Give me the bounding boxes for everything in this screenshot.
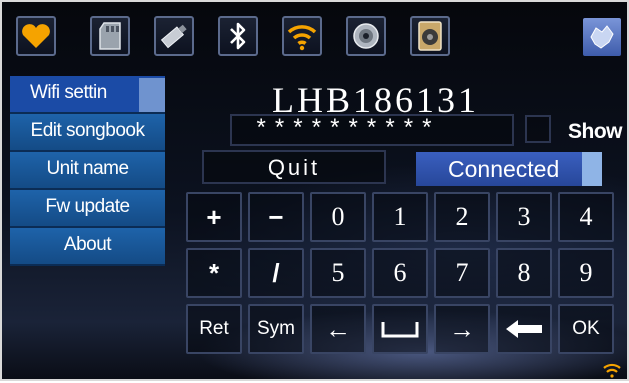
- show-password-checkbox[interactable]: [525, 115, 551, 143]
- menu-item-about[interactable]: About: [10, 228, 165, 266]
- password-field[interactable]: **********: [230, 114, 514, 146]
- quit-button[interactable]: Quit: [202, 150, 386, 184]
- logo-icon: [583, 18, 621, 56]
- key-right-arrow[interactable]: →: [434, 304, 490, 354]
- bluetooth-icon[interactable]: [218, 16, 258, 56]
- key-2[interactable]: 2: [434, 192, 490, 242]
- connect-button-label: Connected: [448, 156, 560, 182]
- heart-icon[interactable]: [16, 16, 56, 56]
- speaker-icon[interactable]: [410, 16, 450, 56]
- menu-item-label: About: [63, 234, 112, 255]
- sd-card-icon[interactable]: [90, 16, 130, 56]
- show-password-label: Show: [568, 120, 623, 143]
- space-key-icon: [381, 322, 419, 338]
- key-left-arrow[interactable]: ←: [310, 304, 366, 354]
- key-6[interactable]: 6: [372, 248, 428, 298]
- key-slash[interactable]: /: [248, 248, 304, 298]
- key-backspace[interactable]: [496, 304, 552, 354]
- usb-stick-icon[interactable]: [154, 16, 194, 56]
- key-4[interactable]: 4: [558, 192, 614, 242]
- status-wifi-icon: [602, 362, 622, 383]
- key-plus[interactable]: +: [186, 192, 242, 242]
- key-return[interactable]: Ret: [186, 304, 242, 354]
- selection-cursor: [582, 152, 602, 186]
- key-symbols[interactable]: Sym: [248, 304, 304, 354]
- cd-disc-icon[interactable]: [346, 16, 386, 56]
- key-0[interactable]: 0: [310, 192, 366, 242]
- key-minus[interactable]: −: [248, 192, 304, 242]
- key-8[interactable]: 8: [496, 248, 552, 298]
- menu-item-fw-update[interactable]: Fw update: [10, 190, 165, 228]
- menu-item-label: Wifi settin: [30, 82, 107, 103]
- key-7[interactable]: 7: [434, 248, 490, 298]
- menu-item-unit-name[interactable]: Unit name: [10, 152, 165, 190]
- key-3[interactable]: 3: [496, 192, 552, 242]
- key-1[interactable]: 1: [372, 192, 428, 242]
- key-asterisk[interactable]: *: [186, 248, 242, 298]
- key-space[interactable]: [372, 304, 428, 354]
- top-icon-bar: [10, 8, 628, 70]
- menu-item-label: Edit songbook: [30, 120, 145, 141]
- backspace-key-icon: [506, 320, 542, 338]
- wifi-icon[interactable]: [282, 16, 322, 56]
- device-screen: Wifi settin Edit songbook Unit name Fw u…: [0, 0, 629, 381]
- key-5[interactable]: 5: [310, 248, 366, 298]
- menu-item-wifi-settings[interactable]: Wifi settin: [10, 76, 165, 114]
- key-ok[interactable]: OK: [558, 304, 614, 354]
- menu-item-label: Fw update: [45, 196, 130, 217]
- settings-menu: Wifi settin Edit songbook Unit name Fw u…: [10, 76, 165, 266]
- key-9[interactable]: 9: [558, 248, 614, 298]
- menu-item-label: Unit name: [46, 158, 129, 179]
- connect-button[interactable]: Connected: [416, 152, 602, 186]
- selection-cursor: [139, 78, 165, 112]
- menu-item-edit-songbook[interactable]: Edit songbook: [10, 114, 165, 152]
